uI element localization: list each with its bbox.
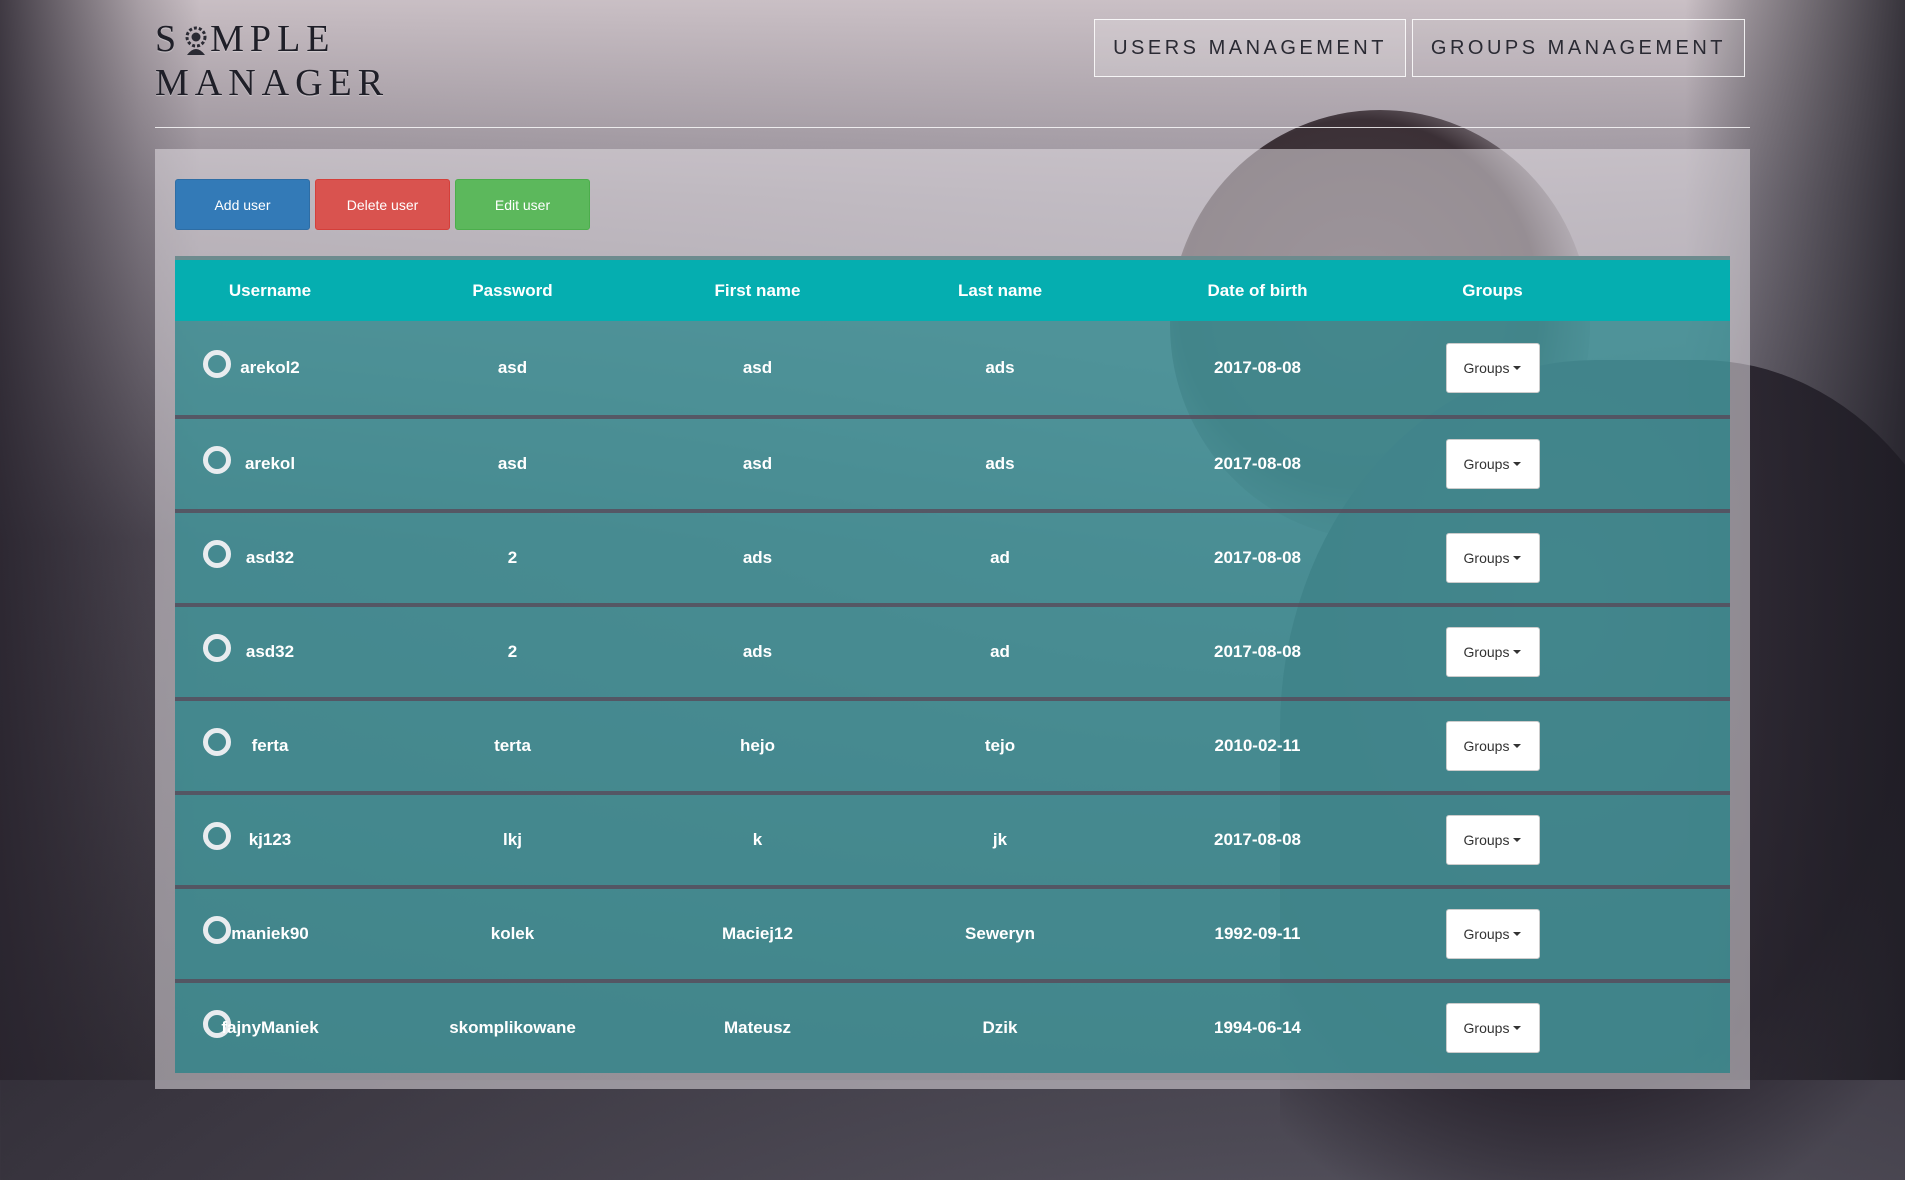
cell-username: arekol2	[240, 358, 300, 377]
cell-last-name: jk	[992, 830, 1008, 849]
delete-user-button[interactable]: Delete user	[315, 179, 450, 230]
groups-dropdown-button[interactable]: Groups	[1445, 627, 1540, 677]
cell-username: fajnyManiek	[221, 1018, 319, 1037]
groups-dropdown-button[interactable]: Groups	[1445, 1003, 1540, 1053]
groups-dropdown-button[interactable]: Groups	[1445, 815, 1540, 865]
page-header: S MPLE MANAGER USERS MANAGEMENT GROUPS MA…	[155, 0, 1750, 128]
groups-button-label: Groups	[1463, 832, 1510, 848]
table-header: Username Password First name Last name D…	[175, 256, 1730, 321]
cell-date-of-birth: 2017-08-08	[1214, 548, 1301, 567]
groups-button-label: Groups	[1463, 550, 1510, 566]
cell-first-name: ads	[742, 548, 773, 567]
cell-username: asd32	[245, 548, 295, 567]
table-row[interactable]: ferta terta hejo tejo 2010-02-11 Groups	[175, 697, 1730, 791]
table-row[interactable]: kj123 lkj k jk 2017-08-08 Groups	[175, 791, 1730, 885]
cell-last-name: Seweryn	[965, 924, 1035, 943]
caret-down-icon	[1513, 556, 1522, 560]
cell-date-of-birth: 2017-08-08	[1214, 358, 1301, 377]
cell-password: terta	[494, 736, 531, 755]
cell-last-name: Dzik	[982, 1018, 1018, 1037]
groups-dropdown-button[interactable]: Groups	[1445, 343, 1540, 393]
cell-last-name: ads	[985, 454, 1015, 473]
groups-button-label: Groups	[1463, 360, 1510, 376]
cell-username: asd32	[245, 642, 295, 661]
table-row[interactable]: maniek90 kolek Maciej12 Seweryn 1992-09-11 Gr…	[175, 885, 1730, 979]
cell-date-of-birth: 1992-09-11	[1214, 924, 1301, 943]
col-groups: Groups	[1462, 280, 1523, 300]
cell-username: arekol	[244, 454, 296, 473]
col-username: Username	[228, 280, 312, 300]
app-logo[interactable]: S MPLE MANAGER	[155, 17, 389, 105]
cell-first-name: asd	[742, 454, 773, 473]
caret-down-icon	[1513, 744, 1522, 748]
table-row[interactable]: arekol asd asd ads 2017-08-08 Groups	[175, 415, 1730, 509]
cell-first-name: hejo	[740, 736, 775, 755]
groups-dropdown-button[interactable]: Groups	[1445, 721, 1540, 771]
nav-groups-management[interactable]: GROUPS MANAGEMENT	[1411, 19, 1745, 77]
cell-last-name: tejo	[984, 736, 1016, 755]
col-date-of-birth: Date of birth	[1207, 280, 1308, 300]
groups-dropdown-button[interactable]: Groups	[1445, 439, 1540, 489]
cell-username: kj123	[248, 830, 292, 849]
cell-date-of-birth: 2017-08-08	[1214, 454, 1301, 473]
cell-date-of-birth: 2017-08-08	[1214, 830, 1301, 849]
cell-last-name: ad	[990, 548, 1010, 567]
add-user-button[interactable]: Add user	[175, 179, 310, 230]
table-row[interactable]: asd32 2 ads ad 2017-08-08 Groups	[175, 509, 1730, 603]
cell-date-of-birth: 1994-06-14	[1214, 1018, 1301, 1037]
cell-first-name: ads	[742, 642, 773, 661]
cell-password: asd	[497, 454, 528, 473]
groups-dropdown-button[interactable]: Groups	[1445, 533, 1540, 583]
cell-first-name: asd	[742, 358, 773, 377]
table-row[interactable]: fajnyManiek skomplikowane Mateusz Dzik 1994-…	[175, 979, 1730, 1073]
groups-button-label: Groups	[1463, 926, 1510, 942]
content-panel: Add user Delete user Edit user Username …	[155, 149, 1750, 1089]
table-body: arekol2 asd asd ads 2017-08-08 Groups arekol as…	[175, 321, 1730, 1073]
groups-button-label: Groups	[1463, 1020, 1510, 1036]
groups-dropdown-button[interactable]: Groups	[1445, 909, 1540, 959]
groups-button-label: Groups	[1463, 456, 1510, 472]
table-row[interactable]: asd32 2 ads ad 2017-08-08 Groups	[175, 603, 1730, 697]
cell-first-name: Mateusz	[723, 1018, 792, 1037]
col-last-name: Last name	[957, 280, 1043, 300]
user-toolbar: Add user Delete user Edit user	[175, 179, 590, 230]
cell-username: maniek90	[231, 924, 309, 943]
caret-down-icon	[1513, 932, 1522, 936]
header-divider	[155, 127, 1750, 128]
cell-first-name: k	[752, 830, 763, 849]
gear-person-icon	[183, 21, 209, 55]
cell-password: 2	[507, 642, 518, 661]
nav-users-management[interactable]: USERS MANAGEMENT	[1094, 19, 1406, 77]
cell-password: lkj	[503, 830, 522, 849]
cell-password: asd	[497, 358, 528, 377]
edit-user-button[interactable]: Edit user	[455, 179, 590, 230]
cell-password: 2	[507, 548, 518, 567]
col-password: Password	[472, 280, 553, 300]
caret-down-icon	[1513, 650, 1522, 654]
cell-first-name: Maciej12	[722, 924, 793, 943]
cell-password: kolek	[490, 924, 535, 943]
cell-username: ferta	[251, 736, 289, 755]
main-nav: USERS MANAGEMENT GROUPS MANAGEMENT	[1094, 19, 1745, 77]
caret-down-icon	[1513, 1026, 1522, 1030]
users-table: Username Password First name Last name D…	[175, 256, 1730, 1073]
col-first-name: First name	[714, 280, 801, 300]
groups-button-label: Groups	[1463, 644, 1510, 660]
cell-last-name: ads	[985, 358, 1015, 377]
cell-date-of-birth: 2010-02-11	[1214, 736, 1301, 755]
cell-last-name: ad	[990, 642, 1010, 661]
caret-down-icon	[1513, 462, 1522, 466]
caret-down-icon	[1513, 366, 1522, 370]
table-row[interactable]: arekol2 asd asd ads 2017-08-08 Groups	[175, 321, 1730, 415]
cell-password: skomplikowane	[449, 1018, 576, 1037]
groups-button-label: Groups	[1463, 738, 1510, 754]
cell-date-of-birth: 2017-08-08	[1214, 642, 1301, 661]
caret-down-icon	[1513, 838, 1522, 842]
